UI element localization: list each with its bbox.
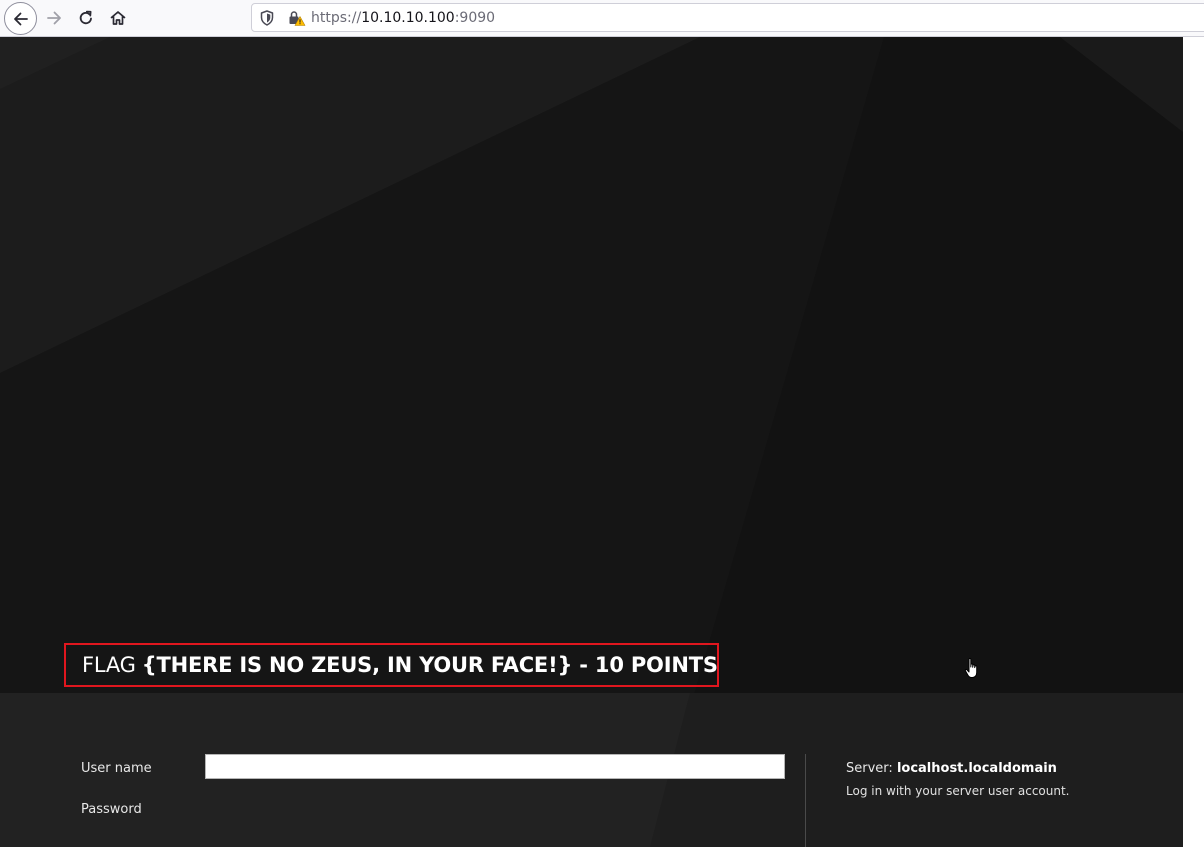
page-content: FLAG {THERE IS NO ZEUS, IN YOUR FACE!} -… [0,37,1183,847]
server-label: Server: [846,761,893,776]
back-button[interactable] [4,2,37,35]
flag-value: {THERE IS NO ZEUS, IN YOUR FACE!} - 10 P… [141,653,718,677]
url-host: 10.10.10.100 [361,10,455,26]
login-panel: User name Password Server: localhost.loc… [0,693,1183,847]
browser-toolbar: https://10.10.10.100:9090 [0,0,1204,37]
scrollbar-gutter [1183,37,1204,847]
hand-cursor-icon [964,657,978,678]
url-port: :9090 [454,10,496,26]
server-name: localhost.localdomain [896,761,1057,776]
url-text[interactable]: https://10.10.10.100:9090 [311,10,495,26]
arrow-right-icon [47,11,61,25]
address-bar[interactable]: https://10.10.10.100:9090 [251,3,1204,32]
lock-warning-icon[interactable] [288,10,306,30]
arrow-left-icon [13,12,28,25]
server-info: Server: localhost.localdomain [846,761,1057,776]
flag-banner: FLAG {THERE IS NO ZEUS, IN YOUR FACE!} -… [64,643,719,687]
flag-prefix: FLAG [82,653,136,677]
forward-button[interactable] [38,3,70,33]
panel-divider [805,754,806,847]
url-scheme: https:// [311,10,362,26]
server-hint: Log in with your server user account. [846,784,1070,798]
shield-icon[interactable] [260,10,274,30]
username-label: User name [81,761,152,776]
home-icon [110,11,126,25]
username-input[interactable] [205,754,785,779]
home-button[interactable] [102,3,134,33]
password-label: Password [81,802,142,817]
reload-button[interactable] [70,3,102,33]
reload-icon [79,10,92,25]
